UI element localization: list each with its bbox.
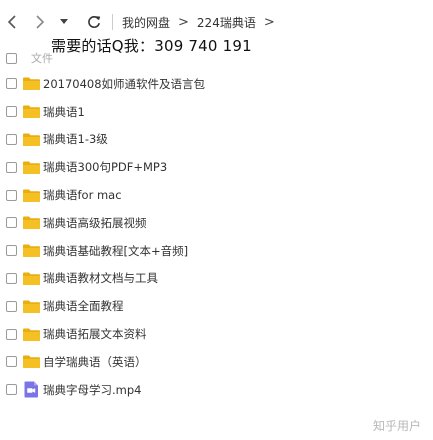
folder-icon — [23, 161, 40, 174]
breadcrumb-my-drive[interactable]: 我的网盘 — [122, 14, 170, 31]
row-checkbox[interactable] — [6, 189, 17, 201]
file-row[interactable]: 瑞典语基础教程[文本+音频] — [6, 237, 426, 265]
breadcrumb-current-folder[interactable]: 224瑞典语 — [197, 14, 256, 31]
file-row[interactable]: 20170408如师通软件及语言包 — [6, 70, 426, 98]
folder-icon — [23, 133, 40, 146]
chevron-right-icon — [36, 15, 45, 29]
file-name[interactable]: 瑞典语1-3级 — [43, 131, 108, 147]
file-name[interactable]: 20170408如师通软件及语言包 — [43, 76, 205, 92]
watermark: 知乎用户 — [372, 419, 421, 433]
file-name[interactable]: 瑞典语300句PDF+MP3 — [43, 159, 167, 175]
folder-icon — [23, 105, 40, 119]
row-checkbox[interactable] — [6, 217, 17, 229]
row-checkbox[interactable] — [6, 272, 17, 284]
row-checkbox[interactable] — [6, 356, 17, 368]
file-row[interactable]: 瑞典语1 — [6, 98, 426, 126]
breadcrumb: 我的网盘 > 224瑞典语 > — [122, 8, 283, 36]
file-name[interactable]: 自学瑞典语（英语） — [43, 354, 147, 370]
file-name[interactable]: 瑞典语for mac — [43, 187, 122, 203]
file-name[interactable]: 瑞典语高级拓展视频 — [43, 215, 147, 231]
folder-icon — [23, 189, 40, 202]
row-checkbox[interactable] — [6, 78, 17, 90]
folder-icon — [23, 355, 40, 369]
overlay-contact-text: 需要的话Q我：309 740 191 — [51, 37, 252, 55]
navigation-bar: 我的网盘 > 224瑞典语 > — [0, 8, 433, 36]
file-row[interactable]: 瑞典语拓展文本资料 — [6, 320, 426, 348]
refresh-icon — [88, 16, 101, 28]
breadcrumb-separator: > — [263, 14, 275, 30]
select-all-checkbox[interactable] — [6, 52, 17, 64]
chevron-left-icon — [7, 15, 16, 29]
refresh-button[interactable] — [84, 8, 104, 36]
row-checkbox[interactable] — [6, 133, 17, 145]
row-checkbox[interactable] — [6, 245, 17, 257]
list-header: 文件 — [6, 50, 53, 66]
file-row[interactable]: 瑞典语高级拓展视频 — [6, 209, 426, 237]
breadcrumb-separator: > — [178, 14, 189, 30]
history-dropdown-button[interactable] — [57, 8, 71, 36]
row-checkbox[interactable] — [6, 384, 17, 396]
row-checkbox[interactable] — [6, 161, 17, 173]
folder-icon — [23, 77, 40, 91]
file-row[interactable]: 瑞典字母学习.mp4 — [6, 376, 426, 404]
file-name[interactable]: 瑞典语教材文档与工具 — [43, 270, 158, 286]
file-name[interactable]: 瑞典语拓展文本资料 — [43, 326, 147, 342]
folder-icon — [23, 216, 40, 230]
folder-icon — [23, 272, 40, 285]
row-checkbox[interactable] — [6, 300, 17, 312]
file-name[interactable]: 瑞典字母学习.mp4 — [43, 382, 141, 398]
folder-icon — [23, 244, 40, 258]
folder-icon — [23, 300, 40, 313]
video-file-icon — [24, 381, 38, 398]
caret-down-icon — [60, 19, 68, 24]
file-name[interactable]: 瑞典语1 — [43, 104, 85, 120]
back-button[interactable] — [2, 8, 22, 36]
file-list: 20170408如师通软件及语言包 瑞典语1 瑞典语1-3级瑞典语300句PDF+M… — [6, 70, 426, 404]
file-row[interactable]: 瑞典语1-3级 — [6, 126, 426, 154]
name-column-header[interactable]: 文件 — [31, 50, 53, 66]
file-name[interactable]: 瑞典语基础教程[文本+音频] — [43, 243, 188, 259]
file-name[interactable]: 瑞典语全面教程 — [43, 298, 124, 314]
file-row[interactable]: 自学瑞典语（英语） — [6, 348, 426, 376]
row-checkbox[interactable] — [6, 328, 17, 340]
row-checkbox[interactable] — [6, 106, 17, 118]
folder-icon — [23, 328, 40, 341]
file-row[interactable]: 瑞典语for mac — [6, 181, 426, 209]
file-row[interactable]: 瑞典语300句PDF+MP3 — [6, 153, 426, 181]
nav-divider — [112, 14, 113, 30]
file-row[interactable]: 瑞典语全面教程 — [6, 292, 426, 320]
forward-button[interactable] — [30, 8, 50, 36]
file-row[interactable]: 瑞典语教材文档与工具 — [6, 265, 426, 293]
